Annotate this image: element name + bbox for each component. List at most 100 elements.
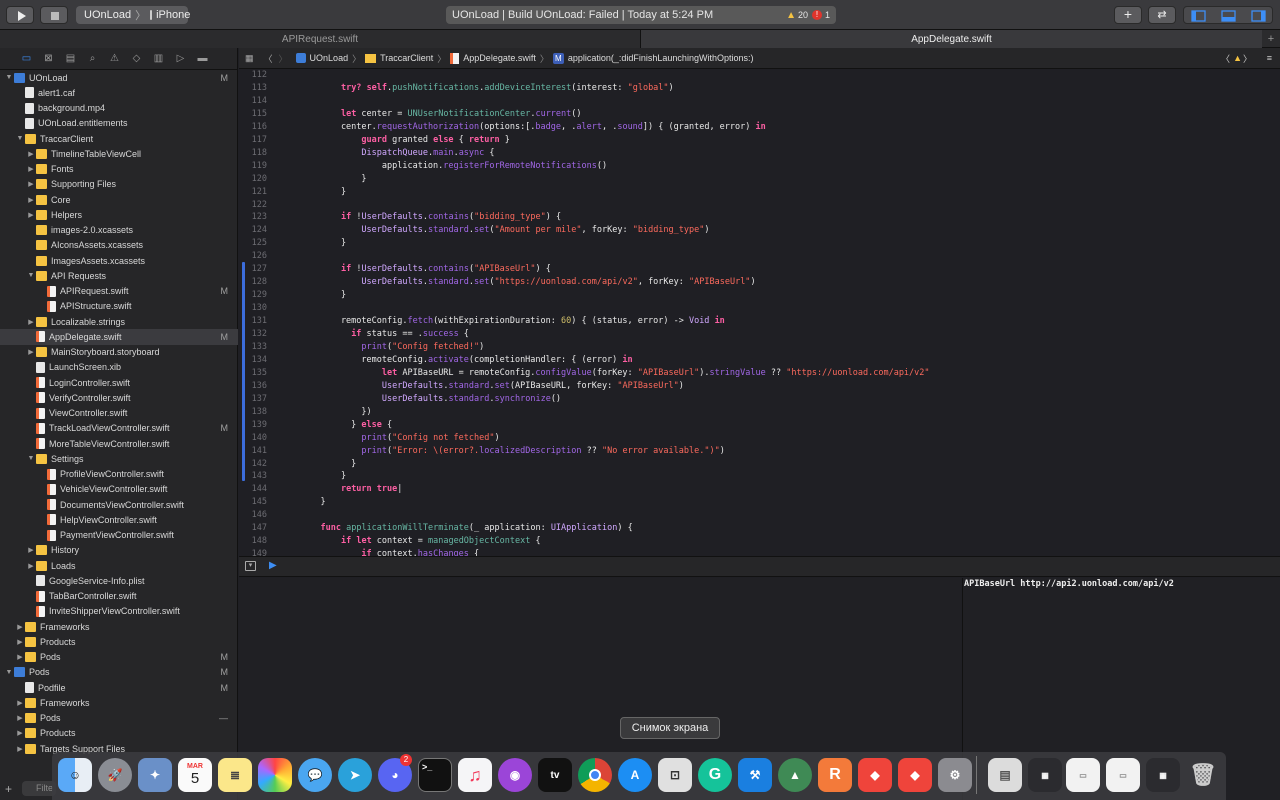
tree-item[interactable]: ▶ Loads <box>0 558 238 573</box>
tree-item[interactable]: ▼ TraccarClient <box>0 131 238 146</box>
tree-item[interactable]: TabBarController.swift <box>0 589 238 604</box>
debug-icon[interactable]: ▥ <box>152 52 165 65</box>
photos-icon[interactable] <box>258 758 292 792</box>
screenshot-icon[interactable]: ⊡ <box>658 758 692 792</box>
disclosure-closed-icon[interactable]: ▶ <box>15 745 25 753</box>
tree-item[interactable]: LaunchScreen.xib <box>0 360 238 375</box>
code-line[interactable]: print("Config not fetched") <box>300 433 499 443</box>
code-line[interactable]: UserDefaults.standard.set("https://uonlo… <box>300 277 755 287</box>
tree-item[interactable]: ▶ MainStoryboard.storyboard <box>0 345 238 360</box>
library-button[interactable]: + <box>1114 6 1142 24</box>
recent-doc-1-icon[interactable]: ▦ <box>1028 758 1062 792</box>
disclosure-closed-icon[interactable]: ▶ <box>15 729 25 737</box>
tree-item[interactable]: ▶ History <box>0 543 238 558</box>
music-icon[interactable]: ♫ <box>458 758 492 792</box>
code-line[interactable]: if context.hasChanges { <box>300 549 479 556</box>
add-tab-icon[interactable]: + <box>1262 30 1280 48</box>
search-icon[interactable]: ⌕ <box>86 52 99 65</box>
tree-item[interactable]: ▶ Frameworks <box>0 619 238 634</box>
code-line[interactable]: UserDefaults.standard.set("Amount per mi… <box>300 225 709 235</box>
chrome-icon[interactable] <box>578 758 612 792</box>
code-line[interactable]: if let context = managedObjectContext { <box>300 536 541 546</box>
tree-item[interactable]: images-2.0.xcassets <box>0 223 238 238</box>
next-issue-icon[interactable]: 〉 <box>1243 52 1252 65</box>
tree-item[interactable]: alert1.caf <box>0 85 238 100</box>
issue-icon[interactable]: ⚠ <box>108 52 121 65</box>
code-line[interactable]: UserDefaults.standard.set(APIBaseURL, fo… <box>300 381 684 391</box>
code-line[interactable]: DispatchQueue.main.async { <box>300 148 494 158</box>
disclosure-open-icon[interactable]: ▼ <box>15 135 25 142</box>
code-line[interactable]: } <box>300 187 346 197</box>
related-items-icon[interactable]: ▦ <box>245 53 254 64</box>
folder-icon[interactable]: ▭ <box>20 52 33 65</box>
code-line[interactable]: remoteConfig.activate(completionHandler:… <box>300 355 632 365</box>
launchpad-icon[interactable]: 🚀 <box>98 758 132 792</box>
code-line[interactable]: } <box>300 459 356 469</box>
tree-item[interactable]: PaymentViewController.swift <box>0 528 238 543</box>
tree-item[interactable]: Podfile M <box>0 680 238 695</box>
app-store-icon[interactable]: A <box>618 758 652 792</box>
disclosure-open-icon[interactable]: ▼ <box>26 455 36 462</box>
anydesk-icon[interactable]: ◆ <box>858 758 892 792</box>
podcasts-icon[interactable]: ◉ <box>498 758 532 792</box>
disclosure-closed-icon[interactable]: ▶ <box>15 638 25 646</box>
symbol-icon[interactable]: ▤ <box>64 52 77 65</box>
forward-icon[interactable]: 〉 <box>279 52 288 65</box>
recent-doc-2-icon[interactable]: ▭ <box>1066 758 1100 792</box>
tree-item[interactable]: ▶ Products <box>0 726 238 741</box>
recent-doc-4-icon[interactable]: ▦ <box>1146 758 1180 792</box>
code-line[interactable]: } <box>300 174 366 184</box>
tree-item[interactable]: ▶ Helpers <box>0 207 238 222</box>
jump-project[interactable]: UOnLoad <box>310 53 349 63</box>
jump-symbol[interactable]: application(_:didFinishLaunchingWithOpti… <box>568 53 754 63</box>
tree-item[interactable]: ▼ API Requests <box>0 268 238 283</box>
hide-debug-icon[interactable]: ▾ <box>245 561 256 571</box>
warning-icon[interactable]: ▲ <box>786 10 796 21</box>
disclosure-closed-icon[interactable]: ▶ <box>15 714 25 722</box>
tree-item[interactable]: AIconsAssets.xcassets <box>0 238 238 253</box>
android-studio-icon[interactable]: ▲ <box>778 758 812 792</box>
disclosure-closed-icon[interactable]: ▶ <box>15 623 25 631</box>
code-line[interactable]: } <box>300 497 325 507</box>
test-icon[interactable]: ◇ <box>130 52 143 65</box>
code-line[interactable]: if !UserDefaults.contains("bidding_type"… <box>300 212 561 222</box>
tree-item[interactable]: GoogleService-Info.plist <box>0 573 238 588</box>
code-line[interactable]: center.requestAuthorization(options:[.ba… <box>300 122 766 132</box>
tree-item[interactable]: APIRequest.swift M <box>0 284 238 299</box>
disclosure-closed-icon[interactable]: ▶ <box>26 180 36 188</box>
minimap-icon[interactable]: ≡ <box>1267 53 1272 63</box>
disclosure-open-icon[interactable]: ▼ <box>4 74 14 81</box>
tree-item[interactable]: ProfileViewController.swift <box>0 467 238 482</box>
anydesk-icon[interactable]: ◆ <box>898 758 932 792</box>
source-editor[interactable]: 112 113 try? self.pushNotifications.addDe… <box>239 69 1280 556</box>
tree-item[interactable]: ▶ Pods — <box>0 711 238 726</box>
code-line[interactable]: print("Error: \(error?.localizedDescript… <box>300 446 724 456</box>
jump-group[interactable]: TraccarClient <box>380 53 433 63</box>
code-line[interactable]: remoteConfig.fetch(withExpirationDuratio… <box>300 316 725 326</box>
warning-count[interactable]: 20 <box>798 10 808 20</box>
prev-issue-icon[interactable]: 〈 <box>1221 52 1230 65</box>
tree-item[interactable]: ▼ UOnLoad M <box>0 70 238 85</box>
system-preferences-icon[interactable]: ⚙ <box>938 758 972 792</box>
code-line[interactable]: func applicationWillTerminate(_ applicat… <box>300 523 632 533</box>
disclosure-closed-icon[interactable]: ▶ <box>26 150 36 158</box>
tree-item[interactable]: ▶ Core <box>0 192 238 207</box>
code-review-icon[interactable]: ⇄ <box>1148 6 1176 24</box>
notes-icon[interactable]: ≣ <box>218 758 252 792</box>
code-line[interactable]: if !UserDefaults.contains("APIBaseUrl") … <box>300 264 551 274</box>
tree-item[interactable]: VehicleViewController.swift <box>0 482 238 497</box>
code-line[interactable]: application.registerForRemoteNotificatio… <box>300 161 607 171</box>
tree-item[interactable]: ▶ Localizable.strings <box>0 314 238 329</box>
tree-item[interactable]: ▶ Fonts <box>0 162 238 177</box>
disclosure-closed-icon[interactable]: ▶ <box>15 653 25 661</box>
tree-item[interactable]: DocumentsViewController.swift <box>0 497 238 512</box>
tree-item[interactable]: ViewController.swift <box>0 406 238 421</box>
error-count[interactable]: 1 <box>825 10 830 20</box>
disclosure-closed-icon[interactable]: ▶ <box>26 165 36 173</box>
xcode-icon[interactable]: ⚒ <box>738 758 772 792</box>
recent-doc-3-icon[interactable]: ▭ <box>1106 758 1140 792</box>
tree-item[interactable]: TrackLoadViewController.swift M <box>0 421 238 436</box>
source-control-icon[interactable]: ⊠ <box>42 52 55 65</box>
disclosure-closed-icon[interactable]: ▶ <box>26 562 36 570</box>
apple-tv-icon[interactable]: tv <box>538 758 572 792</box>
